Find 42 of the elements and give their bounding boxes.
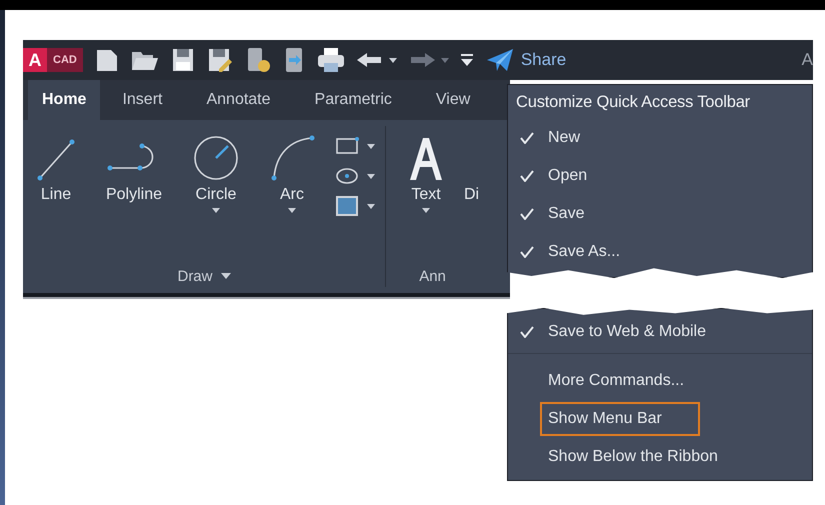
menu-item[interactable]: Show Menu Bar (540, 402, 700, 436)
tool-button[interactable]: Di (464, 132, 480, 204)
share-button[interactable]: Share (486, 49, 566, 71)
menu-item[interactable]: Save to Web & Mobile (540, 315, 744, 349)
ribbon-tab[interactable]: Home (28, 80, 100, 120)
line-icon (36, 138, 76, 182)
caret-icon[interactable] (220, 273, 230, 279)
arc-tool[interactable]: Arc (268, 132, 316, 213)
ribbon-tab[interactable]: View (414, 80, 492, 120)
floppy-pencil-icon[interactable] (206, 47, 233, 73)
logo-text[interactable]: CAD (47, 48, 83, 72)
circle-tool[interactable]: Circle (192, 132, 240, 213)
caret-icon[interactable] (388, 58, 397, 62)
polyline-tool[interactable]: Polyline (104, 132, 164, 204)
menu-item[interactable]: Save (540, 197, 622, 231)
document-icon[interactable] (94, 47, 119, 73)
text-tool[interactable]: Text (406, 132, 446, 213)
account-text[interactable]: A (802, 50, 813, 70)
menu-item[interactable]: Save As... (540, 235, 658, 269)
panel-title[interactable]: Ann (419, 268, 446, 284)
panel-title[interactable]: Draw (177, 268, 212, 284)
logo-letter[interactable]: A (23, 48, 47, 72)
line-tool[interactable]: Line (36, 132, 76, 204)
menu-item[interactable]: Open (540, 159, 626, 193)
menu-title: Customize Quick Access Toolbar (515, 92, 751, 112)
menu-item[interactable]: More Commands... (540, 364, 722, 398)
caret-icon[interactable] (367, 144, 375, 148)
menu-item[interactable]: Show Below the Ribbon (540, 440, 756, 474)
ribbon-tab[interactable]: Annotate (184, 80, 293, 120)
menu-item[interactable]: New (540, 121, 618, 155)
ribbon-tab[interactable]: Parametric (292, 80, 414, 120)
printer-icon[interactable] (316, 47, 345, 73)
paper-plane-icon (486, 49, 513, 71)
circle-icon (192, 134, 240, 182)
ribbon-tab[interactable]: Insert (100, 80, 184, 120)
ellipse-icon[interactable] (335, 166, 359, 186)
caret-icon[interactable] (367, 174, 375, 178)
rectangle-icon[interactable] (335, 136, 359, 156)
dropdown-icon[interactable] (460, 54, 473, 66)
hatch-icon[interactable] (335, 196, 359, 216)
caret-icon[interactable] (367, 204, 375, 208)
undo-arrow-icon[interactable] (356, 52, 383, 68)
